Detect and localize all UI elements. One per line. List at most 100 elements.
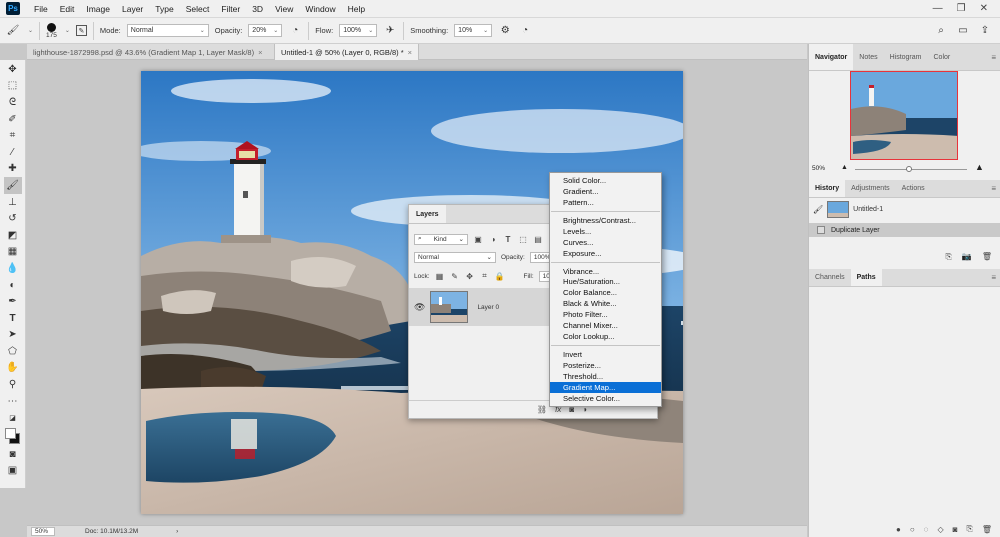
menu-item-invert[interactable]: Invert: [550, 349, 661, 360]
quick-mask-icon[interactable]: ◙: [4, 446, 22, 463]
quick-select-tool-icon[interactable]: ✐: [4, 111, 22, 128]
tab-paths[interactable]: Paths: [850, 269, 882, 286]
menu-item-selective-color[interactable]: Selective Color...: [550, 393, 661, 404]
menu-item-curves[interactable]: Curves...: [550, 237, 661, 248]
lasso-tool-icon[interactable]: ᘓ: [4, 94, 22, 111]
share-icon[interactable]: ⇪: [978, 24, 992, 38]
new-path-icon[interactable]: ⎘: [966, 524, 972, 534]
menu-3d[interactable]: 3D: [246, 4, 269, 14]
pen-tool-icon[interactable]: ✒: [4, 293, 22, 310]
menu-item-gradient-map[interactable]: Gradient Map...: [550, 381, 661, 393]
smart-object-filter-icon[interactable]: ▤: [533, 234, 543, 244]
history-state-row[interactable]: Duplicate Layer: [809, 223, 1000, 237]
eyedropper-tool-icon[interactable]: ⁄: [4, 144, 22, 161]
opacity-input[interactable]: 20% ⌄: [248, 24, 283, 37]
tab-histogram[interactable]: Histogram: [884, 44, 928, 70]
menu-help[interactable]: Help: [342, 4, 371, 14]
menu-item-color-balance[interactable]: Color Balance...: [550, 287, 661, 298]
menu-window[interactable]: Window: [299, 4, 341, 14]
menu-item-pattern[interactable]: Pattern...: [550, 197, 661, 208]
shape-tool-icon[interactable]: ⬠: [4, 343, 22, 360]
eye-icon[interactable]: 👁: [414, 302, 425, 313]
gear-icon[interactable]: ⚙: [498, 24, 512, 38]
search-icon[interactable]: ⌕: [934, 24, 948, 38]
lock-image-icon[interactable]: ✎: [450, 271, 460, 281]
eraser-tool-icon[interactable]: ◩: [4, 227, 22, 244]
stroke-path-icon[interactable]: ○: [910, 525, 915, 534]
menu-image[interactable]: Image: [80, 4, 116, 14]
tab-history[interactable]: History: [809, 180, 846, 197]
new-document-from-state-icon[interactable]: ⎘: [945, 252, 951, 262]
menu-item-threshold[interactable]: Threshold...: [550, 371, 661, 382]
history-snapshot-row[interactable]: 🖌 Untitled-1: [809, 198, 1000, 220]
trash-icon[interactable]: 🗑: [982, 525, 992, 534]
zoom-slider-handle[interactable]: [906, 166, 912, 172]
default-colors-icon[interactable]: ◪: [4, 409, 22, 426]
path-selection-tool-icon[interactable]: ➤: [4, 327, 22, 344]
make-work-path-icon[interactable]: ◇: [937, 525, 943, 534]
tab-notes[interactable]: Notes: [853, 44, 883, 70]
pixel-filter-icon[interactable]: ▣: [473, 234, 483, 244]
filter-kind-select[interactable]: ⌕ Kind ⌄: [414, 233, 468, 245]
brush-tool-icon[interactable]: 🖌: [3, 177, 22, 194]
trash-icon[interactable]: 🗑: [982, 252, 992, 262]
zoom-tool-icon[interactable]: ⚲: [4, 376, 22, 393]
status-menu-arrow[interactable]: ›: [176, 528, 178, 535]
screen-mode-icon[interactable]: ▣: [4, 463, 22, 480]
marquee-tool-icon[interactable]: ⬚: [4, 78, 22, 95]
menu-item-photo-filter[interactable]: Photo Filter...: [550, 309, 661, 320]
chevron-down-icon[interactable]: ⌄: [28, 27, 33, 34]
tab-navigator[interactable]: Navigator: [809, 44, 854, 70]
panel-menu-icon[interactable]: ≡: [991, 180, 1000, 197]
lock-transparent-icon[interactable]: ▦: [435, 271, 445, 281]
history-brush-tool-icon[interactable]: ↺: [4, 210, 22, 227]
menu-select[interactable]: Select: [180, 4, 216, 14]
zoom-in-icon[interactable]: ▲: [975, 162, 984, 172]
close-window-icon[interactable]: ✕: [980, 3, 988, 14]
menu-layer[interactable]: Layer: [116, 4, 149, 14]
type-filter-icon[interactable]: T: [503, 234, 513, 244]
menu-item-solid-color[interactable]: Solid Color...: [550, 175, 661, 186]
link-layers-icon[interactable]: ⛓: [537, 405, 547, 414]
chevron-down-icon[interactable]: ⌄: [65, 27, 70, 34]
status-zoom-input[interactable]: 50%: [31, 527, 55, 536]
menu-item-vibrance[interactable]: Vibrance...: [550, 266, 661, 277]
tab-actions[interactable]: Actions: [896, 180, 931, 197]
flow-input[interactable]: 100% ⌄: [339, 24, 378, 37]
navigator-preview[interactable]: [850, 71, 958, 160]
navigator-zoom-value[interactable]: 50%: [812, 165, 825, 172]
close-icon[interactable]: ×: [408, 48, 412, 57]
tab-layers[interactable]: Layers: [409, 205, 446, 223]
restore-icon[interactable]: ❐: [957, 3, 966, 14]
menu-type[interactable]: Type: [149, 4, 179, 14]
tab-lighthouse[interactable]: lighthouse-1872998.psd @ 43.6% (Gradient…: [27, 44, 275, 60]
menu-item-channel-mixer[interactable]: Channel Mixer...: [550, 320, 661, 331]
blur-tool-icon[interactable]: 💧: [4, 260, 22, 277]
healing-brush-tool-icon[interactable]: ✚: [4, 161, 22, 178]
fill-path-icon[interactable]: ●: [896, 525, 901, 534]
pressure-size-icon[interactable]: ◔: [518, 24, 532, 38]
tab-channels[interactable]: Channels: [809, 269, 851, 286]
menu-item-hue-saturation[interactable]: Hue/Saturation...: [550, 277, 661, 288]
blend-mode-select[interactable]: Normal ⌄: [414, 251, 496, 263]
menu-item-gradient[interactable]: Gradient...: [550, 186, 661, 197]
menu-filter[interactable]: Filter: [215, 4, 246, 14]
minimize-icon[interactable]: —: [933, 3, 943, 14]
dodge-tool-icon[interactable]: ◐: [4, 277, 22, 294]
menu-item-black-white[interactable]: Black & White...: [550, 298, 661, 309]
brush-size-picker[interactable]: 175: [46, 22, 57, 39]
lock-artboard-icon[interactable]: ⌗: [480, 271, 490, 281]
tab-adjustments[interactable]: Adjustments: [845, 180, 896, 197]
clone-stamp-tool-icon[interactable]: ⊥: [4, 194, 22, 211]
menu-file[interactable]: File: [28, 4, 54, 14]
gradient-tool-icon[interactable]: ▦: [4, 244, 22, 261]
load-selection-icon[interactable]: ◌: [924, 525, 929, 534]
camera-icon[interactable]: 📷: [962, 252, 972, 262]
color-swatches[interactable]: [3, 426, 23, 446]
add-mask-icon[interactable]: ◙: [953, 525, 958, 534]
tab-untitled-1[interactable]: Untitled-1 @ 50% (Layer 0, RGB/8) * ×: [275, 44, 419, 60]
adjustment-filter-icon[interactable]: ◑: [488, 234, 498, 244]
menu-edit[interactable]: Edit: [54, 4, 81, 14]
panel-menu-icon[interactable]: ≡: [991, 269, 1000, 286]
mode-select[interactable]: Normal ⌄: [126, 24, 209, 37]
